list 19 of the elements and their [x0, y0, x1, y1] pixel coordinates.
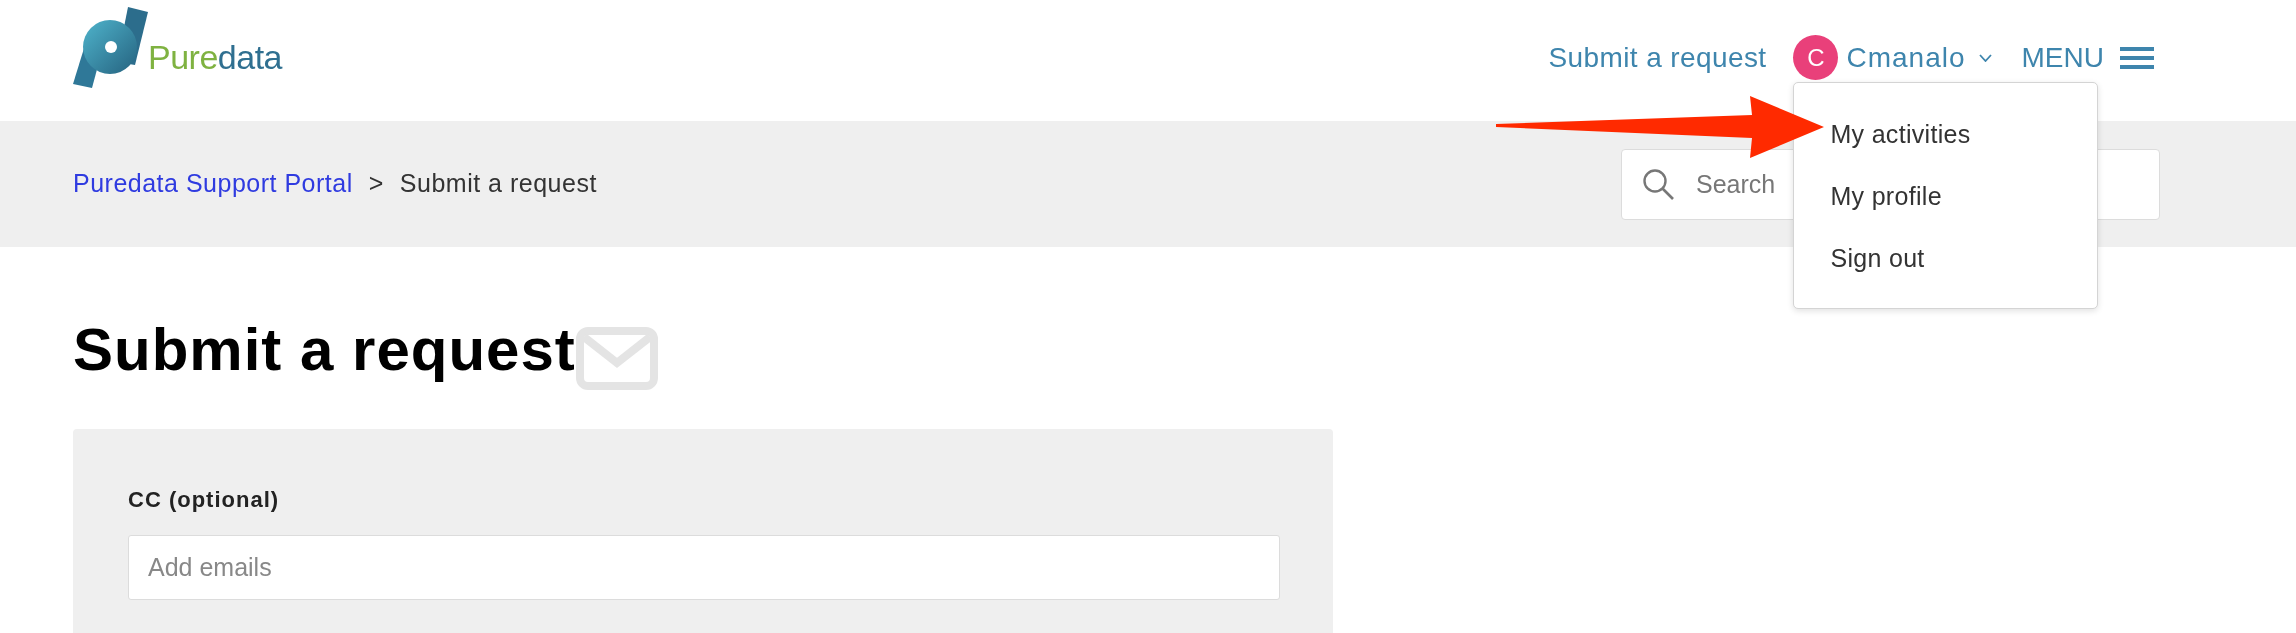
chevron-down-icon: [1978, 53, 1992, 62]
logo-wordmark: Puredata: [148, 40, 282, 74]
user-avatar: C: [1793, 35, 1839, 80]
user-menu-button[interactable]: C Cmanalo: [1793, 35, 1992, 80]
breadcrumb-separator: >: [368, 168, 384, 200]
menu-item[interactable]: My profile: [1794, 165, 2098, 227]
breadcrumb-link[interactable]: Puredata Support Portal: [73, 165, 353, 203]
menu-item[interactable]: My activities: [1794, 103, 2098, 165]
field-label: CC (optional): [128, 487, 281, 513]
email-input-field[interactable]: Add emails: [128, 535, 1280, 600]
envelope-icon: [575, 327, 658, 390]
breadcrumb-current: Submit a request: [399, 168, 597, 200]
submit-request-link[interactable]: Submit a request: [1548, 36, 1767, 79]
menu-button[interactable]: MENU: [2021, 36, 2154, 79]
search-icon: [1642, 167, 1674, 200]
logo-icon: [73, 7, 148, 89]
menu-item[interactable]: Sign out: [1794, 227, 2098, 289]
page-title: Submit a request: [73, 314, 576, 385]
menu-icon: [2120, 46, 2154, 69]
